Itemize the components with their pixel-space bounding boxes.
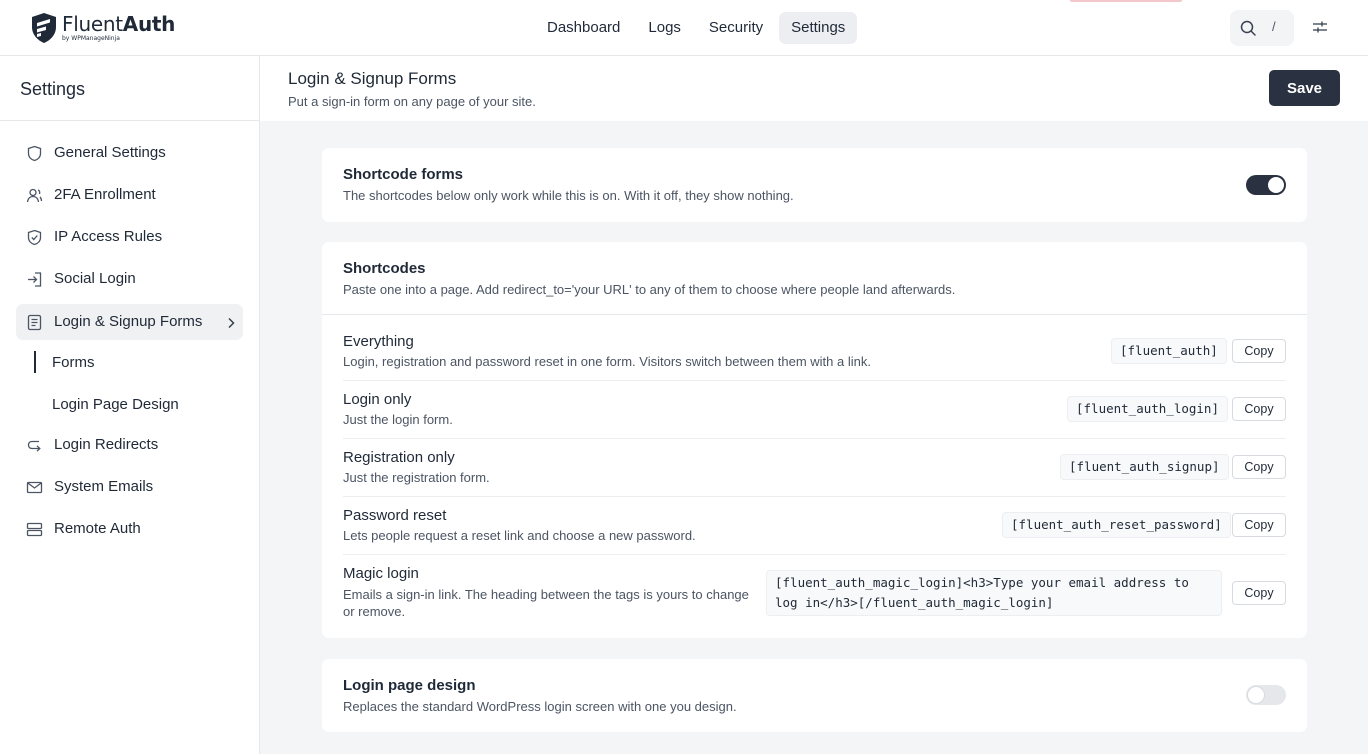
copy-button[interactable]: Copy <box>1232 581 1286 605</box>
sidebar-item-label: Social Login <box>54 270 136 287</box>
login-page-design-toggle[interactable] <box>1246 685 1286 705</box>
shortcode-description: Lets people request a reset link and cho… <box>343 528 696 543</box>
sidebar-title: Settings <box>20 79 86 99</box>
shield-icon <box>27 145 42 162</box>
shortcode-code[interactable]: [fluent_auth] <box>1111 338 1227 364</box>
card-title: Shortcode forms <box>343 166 464 183</box>
divider <box>0 120 259 121</box>
nav-dashboard[interactable]: Dashboard <box>535 12 632 44</box>
card-title: Shortcodes <box>343 260 426 277</box>
shield-logo-icon <box>32 13 56 43</box>
shortcode-forms-card: Shortcode forms The shortcodes below onl… <box>322 148 1307 222</box>
sliders-icon[interactable] <box>1312 20 1328 34</box>
search-shortcut: / <box>1272 19 1276 34</box>
sidebar-item-label: System Emails <box>54 478 154 495</box>
row-divider <box>343 554 1286 555</box>
save-button[interactable]: Save <box>1269 70 1340 106</box>
sidebar-item-ip-access-rules[interactable]: IP Access Rules <box>16 219 243 255</box>
sidebar-item-label: Remote Auth <box>54 520 141 537</box>
sidebar-item-label: IP Access Rules <box>54 228 163 245</box>
page-subtitle: Put a sign-in form on any page of your s… <box>288 94 536 109</box>
shield-check-icon <box>27 229 42 246</box>
brand-name-light: Fluent <box>62 12 123 36</box>
active-subitem-indicator <box>34 351 36 373</box>
settings-sidebar: Settings General Settings 2FA Enrollment… <box>0 56 260 754</box>
sidebar-item-label: Login & Signup Forms <box>54 313 203 330</box>
card-description: Replaces the standard WordPress login sc… <box>343 699 737 714</box>
top-bar: FluentAuth by WPManageNinja Dashboard Lo… <box>0 0 1368 56</box>
copy-button[interactable]: Copy <box>1232 455 1286 479</box>
redirect-icon <box>27 440 41 452</box>
card-title: Login page design <box>343 677 476 694</box>
shortcode-title: Registration only <box>343 449 455 466</box>
row-divider <box>343 496 1286 497</box>
subitem-login-page-design[interactable]: Login Page Design <box>52 396 179 413</box>
sidebar-item-social-login[interactable]: Social Login <box>16 261 243 297</box>
login-page-design-card: Login page design Replaces the standard … <box>322 659 1307 732</box>
copy-button[interactable]: Copy <box>1232 513 1286 537</box>
shortcode-code[interactable]: [fluent_auth_signup] <box>1060 454 1229 480</box>
sidebar-item-general-settings[interactable]: General Settings <box>16 135 243 171</box>
divider <box>322 314 1307 315</box>
nav-security[interactable]: Security <box>697 12 775 44</box>
copy-button[interactable]: Copy <box>1232 397 1286 421</box>
sidebar-item-label: 2FA Enrollment <box>54 186 156 203</box>
accent-line <box>1070 0 1182 2</box>
sidebar-item-remote-auth[interactable]: Remote Auth <box>16 511 243 547</box>
toggle-knob <box>1248 687 1264 703</box>
nav-logs[interactable]: Logs <box>636 12 693 44</box>
shortcode-description: Emails a sign-in link. The heading betwe… <box>343 587 749 619</box>
row-divider <box>343 438 1286 439</box>
shortcode-title: Password reset <box>343 507 447 524</box>
shortcode-description: Just the login form. <box>343 412 453 427</box>
brand-name-bold: Auth <box>122 12 176 36</box>
toggle-knob <box>1268 177 1284 193</box>
shortcode-description: Login, registration and password reset i… <box>343 354 871 369</box>
fluentauth-logo[interactable]: FluentAuth by WPManageNinja <box>30 12 175 44</box>
sidebar-item-login-redirects[interactable]: Login Redirects <box>16 427 243 463</box>
sidebar-item-2fa-enrollment[interactable]: 2FA Enrollment <box>16 177 243 213</box>
brand-byline: by WPManageNinja <box>62 35 120 42</box>
page-title: Login & Signup Forms <box>288 69 457 88</box>
sidebar-item-label: Login Redirects <box>54 436 159 453</box>
card-description: The shortcodes below only work while thi… <box>343 188 794 203</box>
shortcode-forms-toggle[interactable] <box>1246 175 1286 195</box>
shortcodes-card: Shortcodes Paste one into a page. Add re… <box>322 242 1307 638</box>
card-description: Paste one into a page. Add redirect_to='… <box>343 282 956 297</box>
copy-button[interactable]: Copy <box>1232 339 1286 363</box>
sidebar-item-login-signup-forms[interactable]: Login & Signup Forms <box>16 304 243 340</box>
server-icon <box>26 522 43 537</box>
search-icon <box>1240 20 1256 36</box>
page-header: Login & Signup Forms Put a sign-in form … <box>260 56 1368 121</box>
shortcode-title: Magic login <box>343 565 419 582</box>
search-button[interactable]: / <box>1230 10 1294 46</box>
sidebar-item-label: General Settings <box>54 144 166 161</box>
shortcode-code[interactable]: [fluent_auth_login] <box>1067 396 1228 422</box>
shortcode-code[interactable]: [fluent_auth_reset_password] <box>1002 512 1231 538</box>
document-icon <box>27 314 42 331</box>
sidebar-item-system-emails[interactable]: System Emails <box>16 469 243 505</box>
user-icon <box>26 188 43 203</box>
shortcode-code[interactable]: [fluent_auth_magic_login]<h3>Type your e… <box>766 570 1222 616</box>
shortcode-title: Login only <box>343 391 412 408</box>
login-arrow-icon <box>28 272 42 287</box>
main-nav: Dashboard Logs Security Settings <box>535 12 861 44</box>
subitem-forms[interactable]: Forms <box>52 354 95 371</box>
shortcode-description: Just the registration form. <box>343 470 490 485</box>
envelope-icon <box>26 481 43 494</box>
chevron-right-icon <box>228 317 235 329</box>
shortcode-title: Everything <box>343 333 414 350</box>
row-divider <box>343 380 1286 381</box>
nav-settings[interactable]: Settings <box>779 12 858 44</box>
